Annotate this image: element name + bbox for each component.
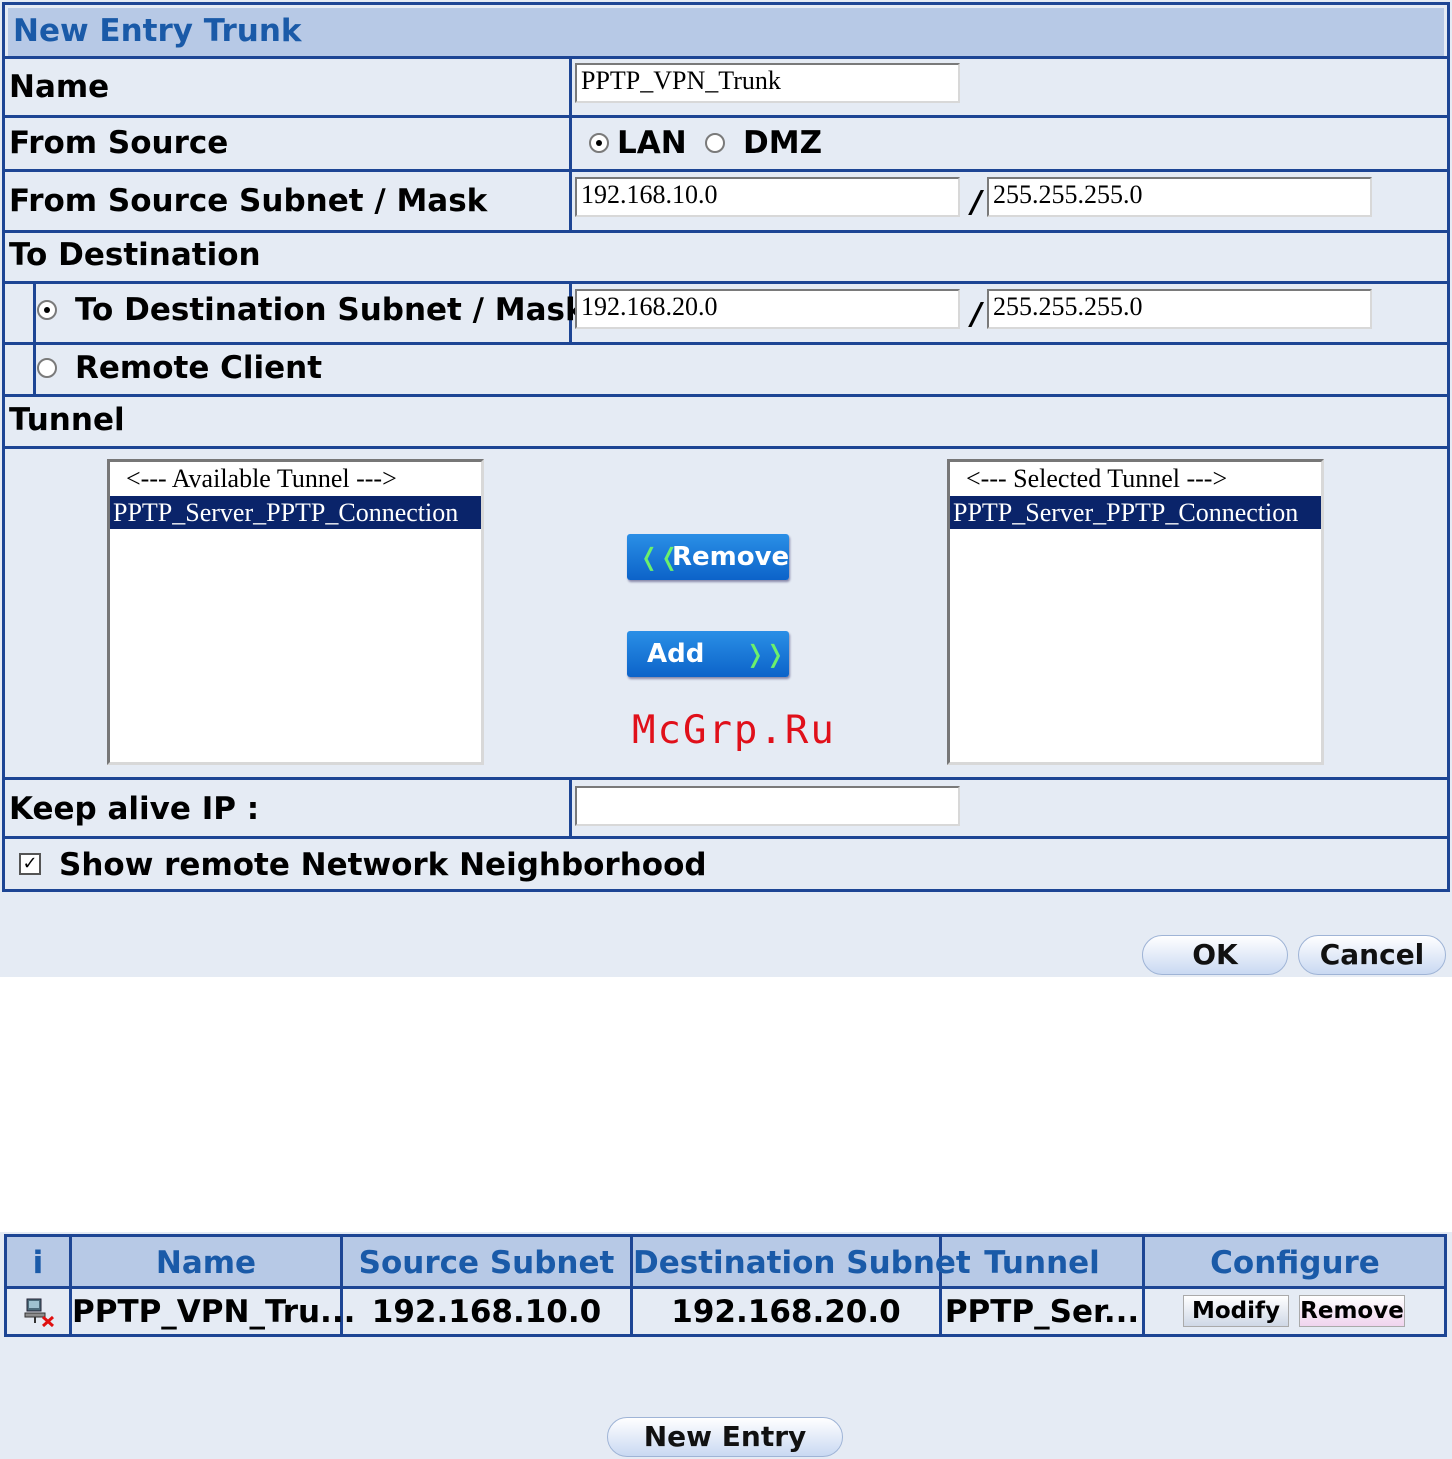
available-tunnel-item[interactable]: PPTP_Server_PPTP_Connection — [110, 496, 481, 529]
selected-tunnel-list[interactable]: <--- Selected Tunnel ---> PPTP_Server_PP… — [947, 459, 1324, 765]
to-mask-input[interactable]: 255.255.255.0 — [987, 289, 1372, 329]
to-subnet-label: To Destination Subnet / Mask — [75, 292, 586, 328]
row-name: PPTP_VPN_Tru... — [72, 1294, 356, 1330]
col-header-destination-subnet: Destination Subnet — [633, 1245, 971, 1281]
name-input[interactable]: PPTP_VPN_Trunk — [575, 63, 960, 103]
from-source-lan-label: LAN — [617, 125, 687, 161]
from-source-dmz-radio[interactable] — [705, 133, 725, 153]
col-header-source-subnet: Source Subnet — [358, 1245, 615, 1281]
keep-alive-input[interactable] — [575, 786, 960, 826]
selected-tunnel-item[interactable]: PPTP_Server_PPTP_Connection — [950, 496, 1321, 529]
to-subnet-slash: / — [971, 297, 982, 332]
from-source-lan-radio[interactable] — [589, 133, 609, 153]
from-subnet-slash: / — [971, 185, 982, 220]
keep-alive-label: Keep alive IP : — [9, 791, 260, 827]
modify-button[interactable]: Modify — [1183, 1295, 1289, 1327]
from-source-label: From Source — [9, 125, 229, 161]
remote-client-label: Remote Client — [75, 350, 323, 386]
name-label: Name — [9, 69, 110, 105]
new-entry-trunk-form: New Entry Trunk Name PPTP_VPN_Trunk From… — [2, 2, 1450, 892]
tunnel-label: Tunnel — [9, 402, 125, 438]
from-source-dmz-label: DMZ — [743, 125, 823, 161]
remove-button[interactable]: Remove — [1299, 1295, 1405, 1327]
remote-client-radio[interactable] — [37, 358, 57, 378]
col-header-name: Name — [155, 1245, 257, 1281]
watermark: McGrp.Ru — [632, 708, 836, 753]
to-destination-label: To Destination — [9, 237, 261, 273]
from-mask-input[interactable]: 255.255.255.0 — [987, 177, 1372, 217]
trunk-list-table: i Name Source Subnet Destination Subnet … — [4, 1234, 1447, 1337]
show-neighborhood-checkbox[interactable]: ✓ — [19, 853, 41, 875]
selected-tunnel-header[interactable]: <--- Selected Tunnel ---> — [950, 462, 1321, 496]
from-subnet-input[interactable]: 192.168.10.0 — [575, 177, 960, 217]
double-right-arrow-icon: ❭❭ — [745, 640, 786, 668]
available-tunnel-list[interactable]: <--- Available Tunnel ---> PPTP_Server_P… — [107, 459, 484, 765]
add-tunnel-label: Add — [647, 639, 705, 669]
from-subnet-label: From Source Subnet / Mask — [9, 183, 488, 219]
network-computer-disconnected-icon — [23, 1297, 55, 1328]
add-tunnel-button[interactable]: Add ❭❭ — [627, 631, 789, 677]
to-subnet-radio[interactable] — [37, 300, 57, 320]
ok-button[interactable]: OK — [1142, 935, 1288, 975]
col-header-configure: Configure — [1210, 1245, 1380, 1281]
remove-tunnel-label: Remove — [672, 542, 790, 572]
row-destination-subnet: 192.168.20.0 — [671, 1294, 901, 1330]
col-header-tunnel: Tunnel — [984, 1245, 1100, 1281]
available-tunnel-header[interactable]: <--- Available Tunnel ---> — [110, 462, 481, 496]
row-tunnel: PPTP_Ser... — [944, 1294, 1140, 1330]
remove-tunnel-button[interactable]: ❬❬ Remove — [627, 534, 789, 580]
cancel-button[interactable]: Cancel — [1298, 935, 1446, 975]
to-subnet-input[interactable]: 192.168.20.0 — [575, 289, 960, 329]
row-source-subnet: 192.168.10.0 — [371, 1294, 602, 1330]
show-neighborhood-label: Show remote Network Neighborhood — [59, 847, 707, 883]
col-header-i: i — [32, 1245, 44, 1281]
new-entry-button[interactable]: New Entry — [607, 1417, 843, 1457]
form-title: New Entry Trunk — [13, 13, 302, 49]
